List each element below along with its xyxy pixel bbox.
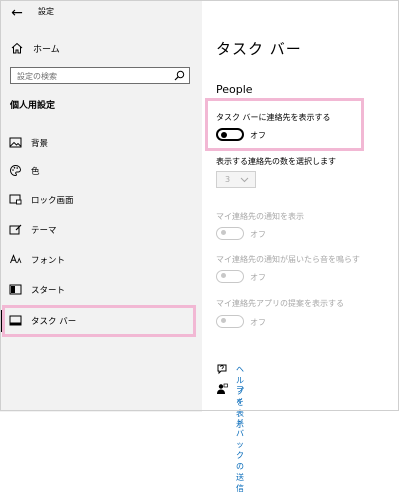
- toggle-app-suggestions[interactable]: [216, 315, 244, 328]
- toggle-knob: [221, 132, 227, 138]
- page-title: タスク バー: [216, 40, 302, 58]
- search-icon[interactable]: [174, 70, 185, 81]
- home-icon: [11, 42, 23, 54]
- font-icon: [10, 254, 22, 264]
- dropdown-value: 3: [225, 175, 231, 184]
- start-icon: [9, 284, 22, 295]
- setting-label-notification-sound: マイ連絡先の通知が届いたら音を鳴らす: [216, 255, 360, 264]
- toggle-state-text: オフ: [250, 273, 266, 282]
- sidebar-item-theme[interactable]: テーマ: [0, 219, 202, 241]
- palette-icon: [10, 165, 21, 176]
- sidebar-item-lock-screen[interactable]: ロック画面: [0, 189, 202, 211]
- back-arrow-icon[interactable]: ←: [8, 4, 26, 22]
- contact-count-dropdown[interactable]: 3: [216, 171, 256, 188]
- toggle-state-text: オフ: [250, 230, 266, 239]
- feedback-icon: [217, 383, 228, 394]
- setting-label-show-notifications: マイ連絡先の通知を表示: [216, 212, 304, 221]
- sidebar-item-fonts[interactable]: フォント: [0, 249, 202, 271]
- image-icon: [9, 137, 22, 148]
- toggle-knob: [221, 318, 226, 323]
- home-link[interactable]: ホーム: [0, 38, 202, 58]
- sidebar-item-label: 色: [31, 167, 40, 177]
- sidebar-item-label: ロック画面: [31, 196, 74, 206]
- theme-icon: [9, 224, 22, 235]
- setting-label-show-contacts: タスク バーに連絡先を表示する: [216, 113, 331, 122]
- sidebar: ← 設定 ホーム 設定の検索 個人用設定 背景 色 ロック画面 テーマ フォント…: [0, 0, 202, 412]
- chevron-down-icon: [240, 177, 249, 183]
- sidebar-item-label: フォント: [31, 256, 66, 266]
- main-content: タスク バー People タスク バーに連絡先を表示する オフ 表示する連絡先…: [202, 0, 400, 493]
- highlight-frame-taskbar: [2, 305, 196, 337]
- settings-search-input[interactable]: 設定の検索: [10, 67, 190, 84]
- lock-screen-icon: [9, 194, 22, 205]
- setting-label-app-suggestions: マイ連絡先アプリの提案を表示する: [216, 299, 344, 308]
- home-label: ホーム: [33, 45, 60, 55]
- highlight-frame-contacts: [205, 98, 364, 151]
- help-chat-icon: [217, 364, 227, 375]
- toggle-knob: [221, 230, 226, 235]
- toggle-show-notifications[interactable]: [216, 227, 244, 240]
- sidebar-item-label: 背景: [31, 139, 49, 149]
- sidebar-item-label: テーマ: [31, 226, 57, 236]
- setting-label-contact-count: 表示する連絡先の数を選択します: [216, 157, 336, 166]
- toggle-show-contacts[interactable]: [216, 128, 244, 141]
- search-placeholder: 設定の検索: [17, 72, 57, 81]
- sidebar-item-background[interactable]: 背景: [0, 132, 202, 154]
- section-title-people: People: [216, 83, 253, 96]
- sidebar-item-label: スタート: [31, 286, 66, 296]
- sidebar-item-start[interactable]: スタート: [0, 279, 202, 301]
- toggle-state-text: オフ: [250, 131, 266, 140]
- feedback-link-label: フィードバックの送信: [236, 385, 244, 493]
- toggle-state-text: オフ: [250, 318, 266, 327]
- sidebar-section-title: 個人用設定: [10, 101, 56, 111]
- sidebar-item-color[interactable]: 色: [0, 160, 202, 182]
- title-bar: ← 設定: [0, 0, 202, 28]
- toggle-notification-sound[interactable]: [216, 270, 244, 283]
- window-title: 設定: [38, 7, 54, 16]
- toggle-knob: [221, 273, 226, 278]
